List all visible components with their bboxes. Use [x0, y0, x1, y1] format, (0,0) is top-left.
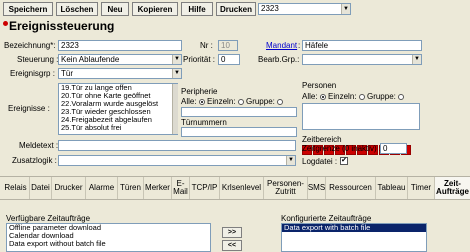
- nr-label: Nr :: [200, 41, 213, 50]
- tab-datei[interactable]: Datei: [30, 177, 52, 199]
- chevron-down-icon[interactable]: ▼: [412, 55, 421, 64]
- personen-alle-radio[interactable]: [319, 93, 326, 100]
- bezeichnung-label: Bezeichnung*:: [4, 41, 56, 50]
- tuernummern-label: Türnummern: [181, 118, 227, 127]
- peripherie-radio-group: Alle: Einzeln: Gruppe:: [181, 97, 284, 106]
- tuernummern-list[interactable]: [181, 127, 297, 137]
- personen-list[interactable]: [302, 103, 420, 130]
- prioritaet-input[interactable]: 0: [218, 54, 240, 65]
- peripherie-label: Peripherie: [181, 87, 218, 96]
- neu-button[interactable]: Neu: [101, 2, 129, 16]
- personen-gruppe-radio[interactable]: [398, 93, 405, 100]
- einzeln-label: Einzeln:: [207, 97, 236, 106]
- remove-button[interactable]: <<: [222, 240, 242, 251]
- ereignisgrp-select-value: Tür: [61, 69, 73, 78]
- konfigurierte-label: Konfigurierte Zeitaufträge: [281, 214, 372, 223]
- zeitgrenze-label: Zeitgrenze (0 inaktiv) :: [302, 144, 382, 153]
- tab-tueren[interactable]: Türen: [118, 177, 144, 199]
- prioritaet-label: Priorität :: [183, 55, 216, 64]
- alle-radio[interactable]: [198, 98, 205, 105]
- logdatei-checkbox[interactable]: ✔: [340, 157, 348, 165]
- required-dot-icon: [3, 21, 8, 26]
- verfuegbare-label: Verfügbare Zeitaufträge: [6, 214, 91, 223]
- tab-ressourcen[interactable]: Ressourcen: [326, 177, 376, 199]
- zusatzlogik-label: Zusatzlogik :: [12, 156, 57, 165]
- record-select[interactable]: 2323 ▼: [258, 3, 351, 15]
- personen-alle-label: Alle:: [302, 92, 318, 101]
- tab-sms[interactable]: SMS: [308, 177, 326, 199]
- meldetext-input[interactable]: [58, 140, 296, 151]
- loeschen-button[interactable]: Löschen: [56, 2, 98, 16]
- list-item[interactable]: Data export with batch file: [282, 224, 426, 232]
- steuerung-select-value: Kein Ablaufende: [61, 55, 120, 64]
- mandant-link[interactable]: Mandant: [266, 41, 297, 50]
- bezeichnung-input[interactable]: 2323: [58, 40, 182, 51]
- tab-personen-zutritt[interactable]: Personen-Zutritt: [264, 177, 308, 199]
- chevron-down-icon[interactable]: ▼: [286, 156, 295, 165]
- mandant-colon: :: [298, 41, 301, 50]
- speichern-button[interactable]: Speichern: [3, 2, 53, 16]
- gruppe-label: Gruppe:: [245, 97, 275, 106]
- ereignisse-label: Ereignisse :: [8, 104, 50, 113]
- logdatei-label: Logdatei :: [302, 157, 338, 166]
- peripherie-list[interactable]: [181, 107, 297, 117]
- zusatzlogik-select[interactable]: ▼: [58, 155, 296, 166]
- tab-zeit-auftraege[interactable]: Zeit-Aufträge: [435, 177, 470, 199]
- einzeln-radio[interactable]: [237, 98, 244, 105]
- list-item[interactable]: 25.Tür absolut frei: [59, 124, 177, 132]
- alle-label: Alle:: [181, 97, 197, 106]
- tab-drucker[interactable]: Drucker: [52, 177, 86, 199]
- chevron-down-icon[interactable]: ▼: [172, 55, 181, 64]
- chevron-down-icon[interactable]: ▼: [172, 69, 181, 78]
- personen-radio-group: Alle: Einzeln: Gruppe:: [302, 92, 405, 101]
- personen-label: Personen: [302, 81, 337, 90]
- add-button[interactable]: >>: [222, 227, 242, 238]
- chevron-down-icon[interactable]: ▼: [341, 4, 350, 14]
- gruppe-radio[interactable]: [277, 98, 284, 105]
- personen-gruppe-label: Gruppe:: [366, 92, 396, 101]
- tab-merker[interactable]: Merker: [144, 177, 172, 199]
- list-item[interactable]: Data export without batch file: [7, 240, 210, 248]
- bearb-grp-select[interactable]: ▼: [302, 54, 422, 65]
- tab-krisenlevel[interactable]: Krlsenlevel: [220, 177, 264, 199]
- steuerung-select[interactable]: Kein Ablaufende ▼: [58, 54, 182, 65]
- scrollbar[interactable]: [172, 84, 178, 134]
- tab-relais[interactable]: Relais: [2, 177, 30, 199]
- drucken-button[interactable]: Drucken: [216, 2, 256, 16]
- ereignisgrp-label: Ereignisgrp :: [10, 69, 55, 78]
- zeitbereich-label: Zeitbereich: [302, 135, 342, 144]
- bearb-grp-label: Bearb.Grp.:: [258, 55, 300, 64]
- hilfe-button[interactable]: Hilfe: [181, 2, 213, 16]
- mandant-input[interactable]: Häfele: [302, 40, 422, 51]
- tab-alarme[interactable]: Alarme: [86, 177, 118, 199]
- konfigurierte-list[interactable]: Data export with batch file: [281, 223, 427, 252]
- personen-einzeln-radio[interactable]: [358, 93, 365, 100]
- verfuegbare-list[interactable]: Offline parameter download Calendar down…: [6, 223, 211, 252]
- tab-tcpip[interactable]: TCP/IP: [190, 177, 220, 199]
- tab-tableau[interactable]: Tableau: [376, 177, 408, 199]
- tab-timer[interactable]: Timer: [408, 177, 435, 199]
- meldetext-label: Meldetext :: [19, 141, 59, 150]
- nr-input: 10: [218, 40, 238, 51]
- personen-einzeln-label: Einzeln:: [328, 92, 357, 101]
- steuerung-label: Steuerung :: [17, 55, 59, 64]
- zeitgrenze-input[interactable]: 0: [380, 143, 407, 154]
- page-title: Ereignissteuerung: [9, 19, 115, 33]
- ereignisgrp-select[interactable]: Tür ▼: [58, 68, 182, 79]
- ereignisse-list[interactable]: 19.Tür zu lange offen 20.Tür ohne Karte …: [58, 83, 178, 135]
- tab-email[interactable]: E-Mail: [172, 177, 190, 199]
- record-select-value: 2323: [261, 4, 279, 13]
- kopieren-button[interactable]: Kopieren: [132, 2, 178, 16]
